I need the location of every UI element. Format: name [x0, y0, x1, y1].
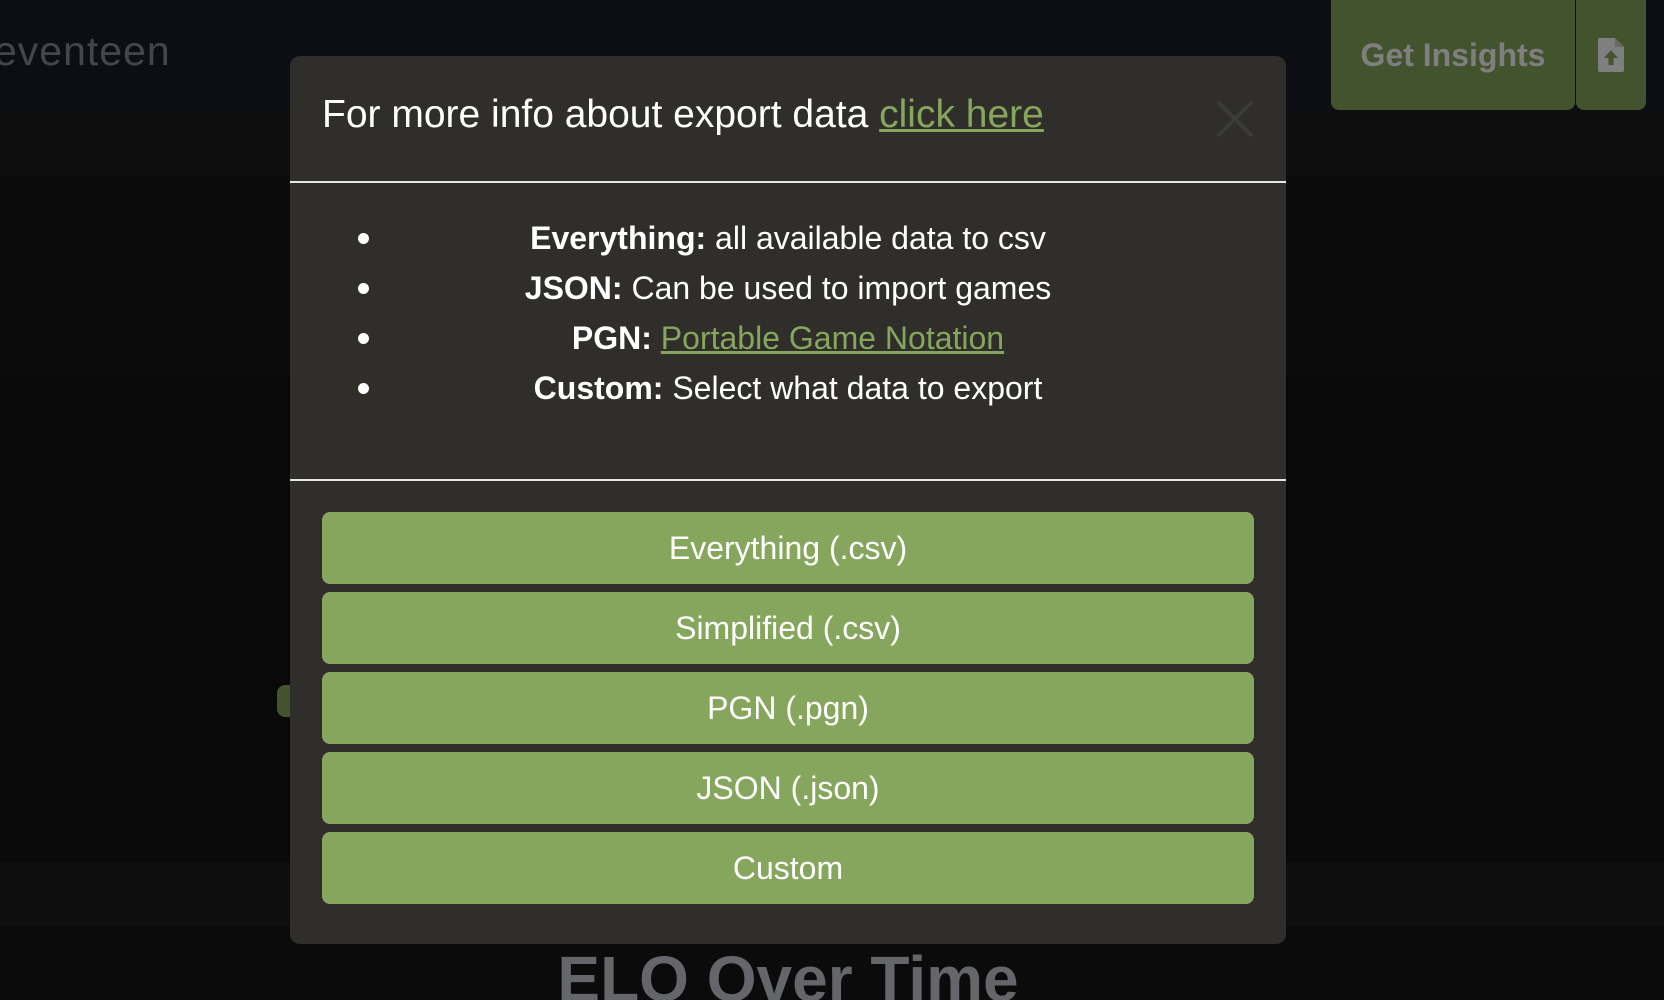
page: eventeen Get Insights ELO Over Time For … — [0, 0, 1664, 1000]
export-json-button[interactable]: JSON (.json) — [322, 752, 1254, 824]
pgn-info-link[interactable]: Portable Game Notation — [661, 320, 1004, 356]
list-item: PGN: Portable Game Notation — [290, 313, 1286, 363]
export-pgn-button[interactable]: PGN (.pgn) — [322, 672, 1254, 744]
close-button[interactable] — [1214, 98, 1256, 140]
bullet-icon — [358, 233, 369, 244]
item-text: Can be used to import games — [622, 270, 1052, 306]
item-text: all available data to csv — [706, 220, 1046, 256]
export-options: Everything (.csv) Simplified (.csv) PGN … — [322, 512, 1254, 912]
modal-header: For more info about export data click he… — [290, 56, 1286, 183]
export-custom-button[interactable]: Custom — [322, 832, 1254, 904]
export-info-list: Everything: all available data to csv JS… — [290, 213, 1286, 413]
export-data-modal: For more info about export data click he… — [290, 56, 1286, 944]
more-info-link[interactable]: click here — [879, 93, 1044, 136]
item-label: Everything: — [530, 220, 707, 256]
bullet-icon — [358, 333, 369, 344]
close-icon — [1217, 101, 1253, 137]
list-item: Everything: all available data to csv — [290, 213, 1286, 263]
list-item: Custom: Select what data to export — [290, 363, 1286, 413]
item-label: PGN: — [571, 320, 652, 356]
item-label: Custom: — [533, 370, 664, 406]
modal-title: For more info about export data click he… — [322, 92, 1044, 138]
export-simplified-csv-button[interactable]: Simplified (.csv) — [322, 592, 1254, 664]
item-text: Select what data to export — [663, 370, 1043, 406]
bullet-icon — [358, 383, 369, 394]
export-everything-csv-button[interactable]: Everything (.csv) — [322, 512, 1254, 584]
bullet-icon — [358, 283, 369, 294]
list-item: JSON: Can be used to import games — [290, 263, 1286, 313]
modal-body: Everything: all available data to csv JS… — [290, 183, 1286, 481]
modal-title-text: For more info about export data — [322, 93, 880, 136]
item-label: JSON: — [524, 270, 623, 306]
